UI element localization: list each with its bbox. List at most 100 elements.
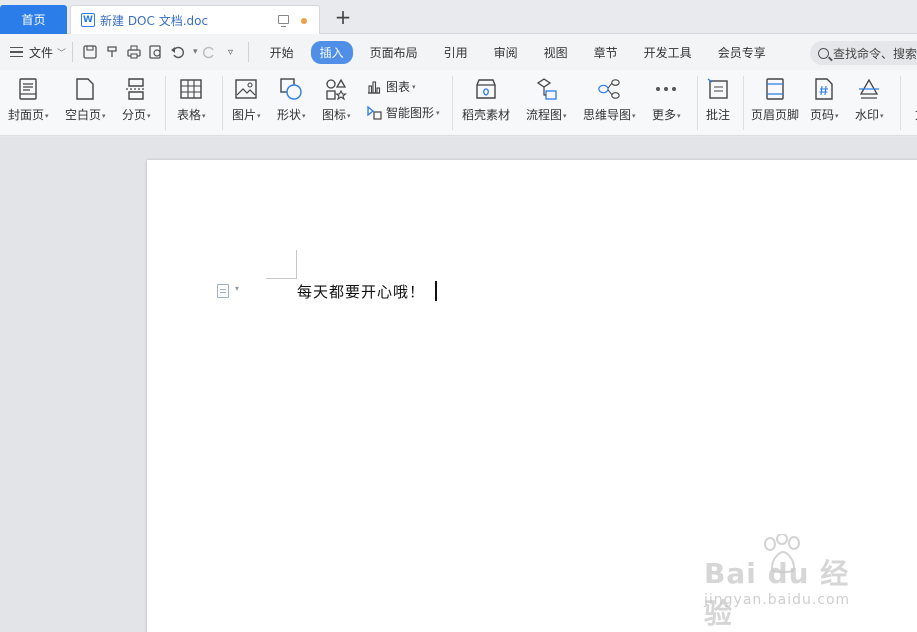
document-tab-title: 新建 DOC 文档.doc: [100, 13, 209, 28]
tab-view[interactable]: 视图: [535, 41, 577, 64]
header-footer-button[interactable]: 页眉页脚: [751, 76, 799, 123]
material-button[interactable]: 稻壳素材: [462, 76, 510, 123]
new-tab-button[interactable]: +: [333, 7, 353, 27]
monitor-icon[interactable]: [278, 15, 289, 27]
blank-page-button[interactable]: 空白页▾: [65, 76, 106, 123]
baidu-watermark: Bai du 经验 jingyan.baidu.com: [704, 532, 874, 630]
text-box-icon: [909, 76, 917, 102]
header-footer-icon: [763, 76, 787, 102]
page-number-button[interactable]: 页码▾: [810, 76, 839, 123]
comment-button[interactable]: 批注: [706, 76, 730, 123]
mindmap-button[interactable]: 思维导图▾: [583, 76, 636, 123]
cover-page-label: 封面页: [8, 108, 45, 122]
command-search-box[interactable]: 查找命令、搜索: [810, 41, 917, 65]
paragraph-layout-icon[interactable]: [217, 284, 229, 298]
more-button[interactable]: 更多▾: [652, 76, 681, 123]
tab-home[interactable]: 首页: [0, 5, 67, 34]
tab-document[interactable]: W 新建 DOC 文档.doc: [70, 5, 320, 34]
page-number-icon: [812, 76, 836, 102]
divider: [247, 42, 249, 62]
watermark-button[interactable]: 水印▾: [855, 76, 884, 123]
cover-page-icon: [16, 76, 40, 102]
flowchart-button[interactable]: 流程图▾: [526, 76, 567, 123]
text-cursor: [435, 281, 437, 301]
search-placeholder: 查找命令、搜索: [833, 46, 917, 61]
mindmap-label: 思维导图: [583, 108, 632, 122]
page-number-label: 页码: [810, 108, 835, 122]
picture-button[interactable]: 图片▾: [232, 76, 261, 123]
smartart-button[interactable]: 智能图形 ▾: [366, 104, 440, 121]
save-icon[interactable]: [81, 43, 99, 61]
text-box-button-partial[interactable]: 文: [909, 76, 917, 123]
tab-start[interactable]: 开始: [261, 41, 303, 64]
divider: [222, 76, 223, 130]
icon-library-label: 图标: [322, 108, 347, 122]
flowchart-label: 流程图: [526, 108, 563, 122]
divider: [72, 42, 74, 62]
flowchart-icon: [534, 76, 558, 102]
watermark-label: 水印: [855, 108, 880, 122]
page-break-icon: [124, 76, 148, 102]
hamburger-icon: [10, 47, 23, 57]
table-icon: [179, 76, 203, 102]
file-menu-label: 文件: [29, 45, 54, 60]
divider: [900, 76, 901, 130]
tab-developer[interactable]: 开发工具: [635, 41, 701, 64]
chart-button[interactable]: 图表 ▾: [366, 78, 416, 95]
paragraph-dropdown-icon[interactable]: ▾: [235, 284, 239, 293]
tab-references[interactable]: 引用: [435, 41, 477, 64]
blank-page-icon: [73, 76, 97, 102]
divider: [452, 76, 453, 130]
chart-icon: [366, 79, 382, 95]
redo-icon[interactable]: [200, 43, 218, 61]
divider: [697, 76, 698, 130]
page-break-button[interactable]: 分页▾: [122, 76, 151, 123]
smartart-label: 智能图形: [386, 106, 435, 120]
shape-button[interactable]: 形状▾: [277, 76, 306, 123]
document-body-text[interactable]: 每天都要开心哦！: [297, 281, 425, 302]
icon-library-icon: [324, 76, 348, 102]
word-doc-icon: W: [81, 13, 95, 27]
tab-insert[interactable]: 插入: [310, 40, 353, 64]
divider: [165, 76, 166, 130]
chart-label: 图表: [386, 80, 411, 94]
title-tab-bar: 首页 W 新建 DOC 文档.doc +: [0, 0, 917, 34]
print-icon[interactable]: [125, 43, 143, 61]
tab-section[interactable]: 章节: [585, 41, 627, 64]
unsaved-dot-icon: [301, 18, 307, 24]
ribbon-tabs: 开始 插入 页面布局 引用 审阅 视图 章节 开发工具 会员专享: [261, 40, 783, 64]
page-margin-corner-mark: [266, 250, 297, 279]
tab-review[interactable]: 审阅: [485, 41, 527, 64]
tab-member[interactable]: 会员专享: [709, 41, 775, 64]
picture-icon: [234, 76, 258, 102]
format-painter-icon[interactable]: [103, 43, 121, 61]
table-button[interactable]: 表格▾: [177, 76, 206, 123]
icon-library-button[interactable]: 图标▾: [322, 76, 351, 123]
divider: [743, 76, 744, 130]
comment-icon: [706, 76, 730, 102]
search-icon: [818, 47, 829, 59]
comment-label: 批注: [706, 108, 731, 122]
undo-icon[interactable]: [169, 43, 187, 61]
shape-icon: [279, 76, 303, 102]
file-menu[interactable]: 文件 ﹀: [10, 44, 66, 61]
chevron-down-icon: ﹀: [57, 48, 67, 59]
undo-dropdown-icon[interactable]: ▾: [193, 47, 198, 57]
cover-page-button[interactable]: 封面页▾: [8, 76, 49, 123]
more-dots-icon: [654, 76, 678, 102]
header-footer-label: 页眉页脚: [751, 108, 800, 122]
blank-page-label: 空白页: [65, 108, 102, 122]
tab-page-layout[interactable]: 页面布局: [361, 41, 427, 64]
shape-label: 形状: [277, 108, 302, 122]
insert-ribbon: 封面页▾ 空白页▾ 分页▾ 表格▾ 图片▾ 形状▾ 图标▾ 图表 ▾ 智能图形 …: [0, 70, 917, 136]
material-label: 稻壳素材: [462, 108, 511, 122]
table-label: 表格: [177, 108, 202, 122]
smartart-icon: [366, 105, 382, 121]
mindmap-icon: [597, 76, 621, 102]
customize-toolbar-icon[interactable]: ▿: [222, 43, 240, 61]
picture-label: 图片: [232, 108, 257, 122]
print-preview-icon[interactable]: [147, 43, 165, 61]
menu-bar: 文件 ﹀ ▾ ▿ 开始 插入 页面布局 引用 审阅 视图 章节 开发工具 会员专…: [0, 34, 917, 70]
more-label: 更多: [652, 108, 677, 122]
watermark-icon: [857, 76, 881, 102]
